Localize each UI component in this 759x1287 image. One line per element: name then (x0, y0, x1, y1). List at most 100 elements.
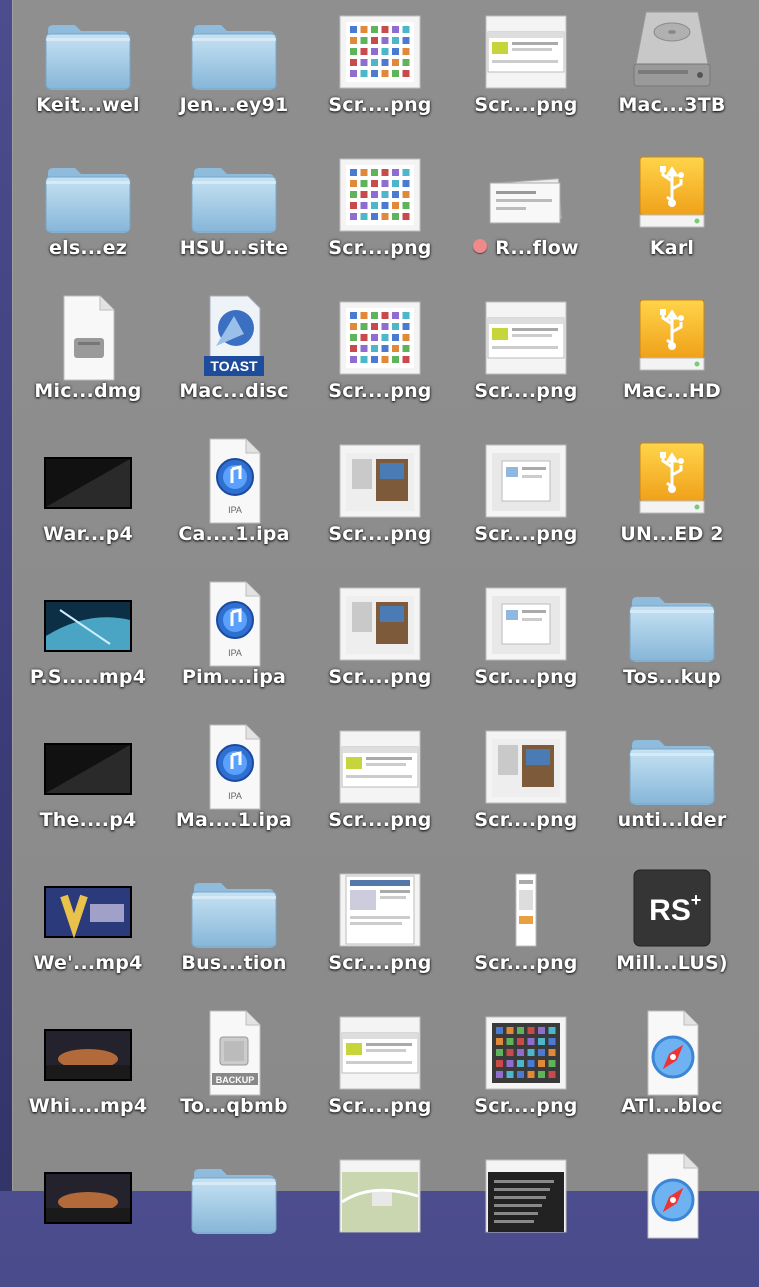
desktop-item[interactable]: Karl (599, 143, 745, 286)
desktop-item[interactable]: BACKUP To...qbmb (161, 1001, 307, 1144)
desktop-item-label: Bus...tion (161, 952, 307, 974)
document-stack-icon (478, 151, 574, 239)
label-text: P.S.....mp4 (29, 666, 147, 688)
desktop-item-label: ATI...bloc (599, 1095, 745, 1117)
screenshot-web-icon (478, 294, 574, 382)
desktop-item[interactable]: We'...mp4 (15, 858, 161, 1001)
label-text: Scr....png (328, 523, 432, 545)
label-text: Scr....png (474, 1095, 578, 1117)
desktop-item-label: Scr....png (307, 666, 453, 688)
label-text: The....p4 (39, 809, 137, 831)
label-text: Scr....png (474, 809, 578, 831)
desktop-item[interactable]: Scr....png (307, 143, 453, 286)
desktop-item[interactable]: Scr....png (307, 715, 453, 858)
label-text: Scr....png (328, 94, 432, 116)
desktop-item[interactable] (453, 1144, 599, 1287)
desktop-item-label: Whi....mp4 (15, 1095, 161, 1117)
label-text: Keit...wel (36, 94, 140, 116)
desktop-item[interactable]: Mic...dmg (15, 286, 161, 429)
desktop-item[interactable]: Scr....png (307, 286, 453, 429)
desktop-item[interactable]: Scr....png (453, 572, 599, 715)
desktop-item[interactable]: Scr....png (453, 429, 599, 572)
video-dark-icon (40, 437, 136, 525)
desktop-item[interactable]: Scr....png (453, 715, 599, 858)
screenshot-map-icon (332, 1152, 428, 1240)
desktop-item[interactable]: HSU...site (161, 143, 307, 286)
desktop-item[interactable]: The....p4 (15, 715, 161, 858)
desktop-item[interactable]: els...ez (15, 143, 161, 286)
svg-text:IPA: IPA (228, 791, 242, 801)
label-text: Tos...kup (622, 666, 721, 688)
desktop-item[interactable]: P.S.....mp4 (15, 572, 161, 715)
usb-drive-icon (624, 294, 720, 382)
desktop-item[interactable]: IPA Pim....ipa (161, 572, 307, 715)
desktop-item[interactable]: TOAST Mac...disc (161, 286, 307, 429)
video-logo-icon (40, 866, 136, 954)
desktop-item[interactable]: Scr....png (307, 858, 453, 1001)
desktop-item[interactable]: Tos...kup (599, 572, 745, 715)
screenshot-web-icon (478, 8, 574, 96)
desktop-item[interactable]: Scr....png (453, 286, 599, 429)
desktop-item[interactable]: Mac...HD (599, 286, 745, 429)
desktop-item-label: Scr....png (453, 523, 599, 545)
desktop-item[interactable]: Keit...wel (15, 0, 161, 143)
label-text: Scr....png (328, 237, 432, 259)
desktop-item-label: Scr....png (453, 1095, 599, 1117)
folder-icon (186, 8, 282, 96)
desktop-item[interactable]: Scr....png (307, 572, 453, 715)
safari-webloc-icon (624, 1152, 720, 1240)
ipa-file-icon: IPA (186, 723, 282, 811)
folder-icon (40, 151, 136, 239)
folder-icon (624, 723, 720, 811)
video-blue-icon (40, 580, 136, 668)
desktop-item[interactable] (307, 1144, 453, 1287)
desktop-item-label: Ma....1.ipa (161, 809, 307, 831)
desktop-item[interactable]: R...flow (453, 143, 599, 286)
desktop-item[interactable] (15, 1144, 161, 1287)
desktop-item-label: P.S.....mp4 (15, 666, 161, 688)
desktop-item[interactable]: Scr....png (307, 1001, 453, 1144)
desktop-item[interactable]: IPA Ma....1.ipa (161, 715, 307, 858)
desktop-item[interactable]: unti...lder (599, 715, 745, 858)
video-dark-icon (40, 723, 136, 811)
label-text: Scr....png (474, 952, 578, 974)
desktop-item[interactable] (599, 1144, 745, 1287)
screenshot-photo-icon (332, 580, 428, 668)
desktop-item[interactable]: War...p4 (15, 429, 161, 572)
desktop-item-label: Mill...LUS) (599, 952, 745, 974)
usb-drive-icon (624, 437, 720, 525)
label-text: R...flow (495, 237, 579, 259)
desktop-item-label: Mac...3TB (599, 94, 745, 116)
desktop-item[interactable]: Bus...tion (161, 858, 307, 1001)
desktop-item[interactable]: ATI...bloc (599, 1001, 745, 1144)
desktop-item-label: Karl (599, 237, 745, 259)
app-rs-icon: RS + (624, 866, 720, 954)
desktop-item[interactable]: Mac...3TB (599, 0, 745, 143)
desktop-item[interactable]: Whi....mp4 (15, 1001, 161, 1144)
label-text: Mill...LUS) (616, 952, 728, 974)
label-text: Scr....png (328, 952, 432, 974)
desktop-item-label: unti...lder (599, 809, 745, 831)
desktop-item[interactable]: UN...ED 2 (599, 429, 745, 572)
label-text: War...p4 (43, 523, 133, 545)
desktop-item-label: To...qbmb (161, 1095, 307, 1117)
desktop-item[interactable]: Scr....png (453, 858, 599, 1001)
screenshot-narrow-icon (478, 866, 574, 954)
disk-image-icon (40, 294, 136, 382)
folder-icon (186, 866, 282, 954)
desktop-item-label: Scr....png (307, 1095, 453, 1117)
desktop-item[interactable]: Scr....png (453, 1001, 599, 1144)
desktop-item[interactable]: Scr....png (307, 429, 453, 572)
desktop-item-label: Scr....png (453, 666, 599, 688)
desktop-item[interactable]: Jen...ey91 (161, 0, 307, 143)
desktop-item[interactable]: RS + Mill...LUS) (599, 858, 745, 1001)
label-text: Scr....png (328, 809, 432, 831)
screenshot-grid-icon (332, 151, 428, 239)
desktop-item[interactable]: Scr....png (453, 0, 599, 143)
desktop-item[interactable]: IPA Ca....1.ipa (161, 429, 307, 572)
screenshot-grid-dark-icon (478, 1009, 574, 1097)
desktop-item[interactable] (161, 1144, 307, 1287)
desktop-item[interactable]: Scr....png (307, 0, 453, 143)
label-text: To...qbmb (180, 1095, 288, 1117)
label-text: Scr....png (328, 666, 432, 688)
